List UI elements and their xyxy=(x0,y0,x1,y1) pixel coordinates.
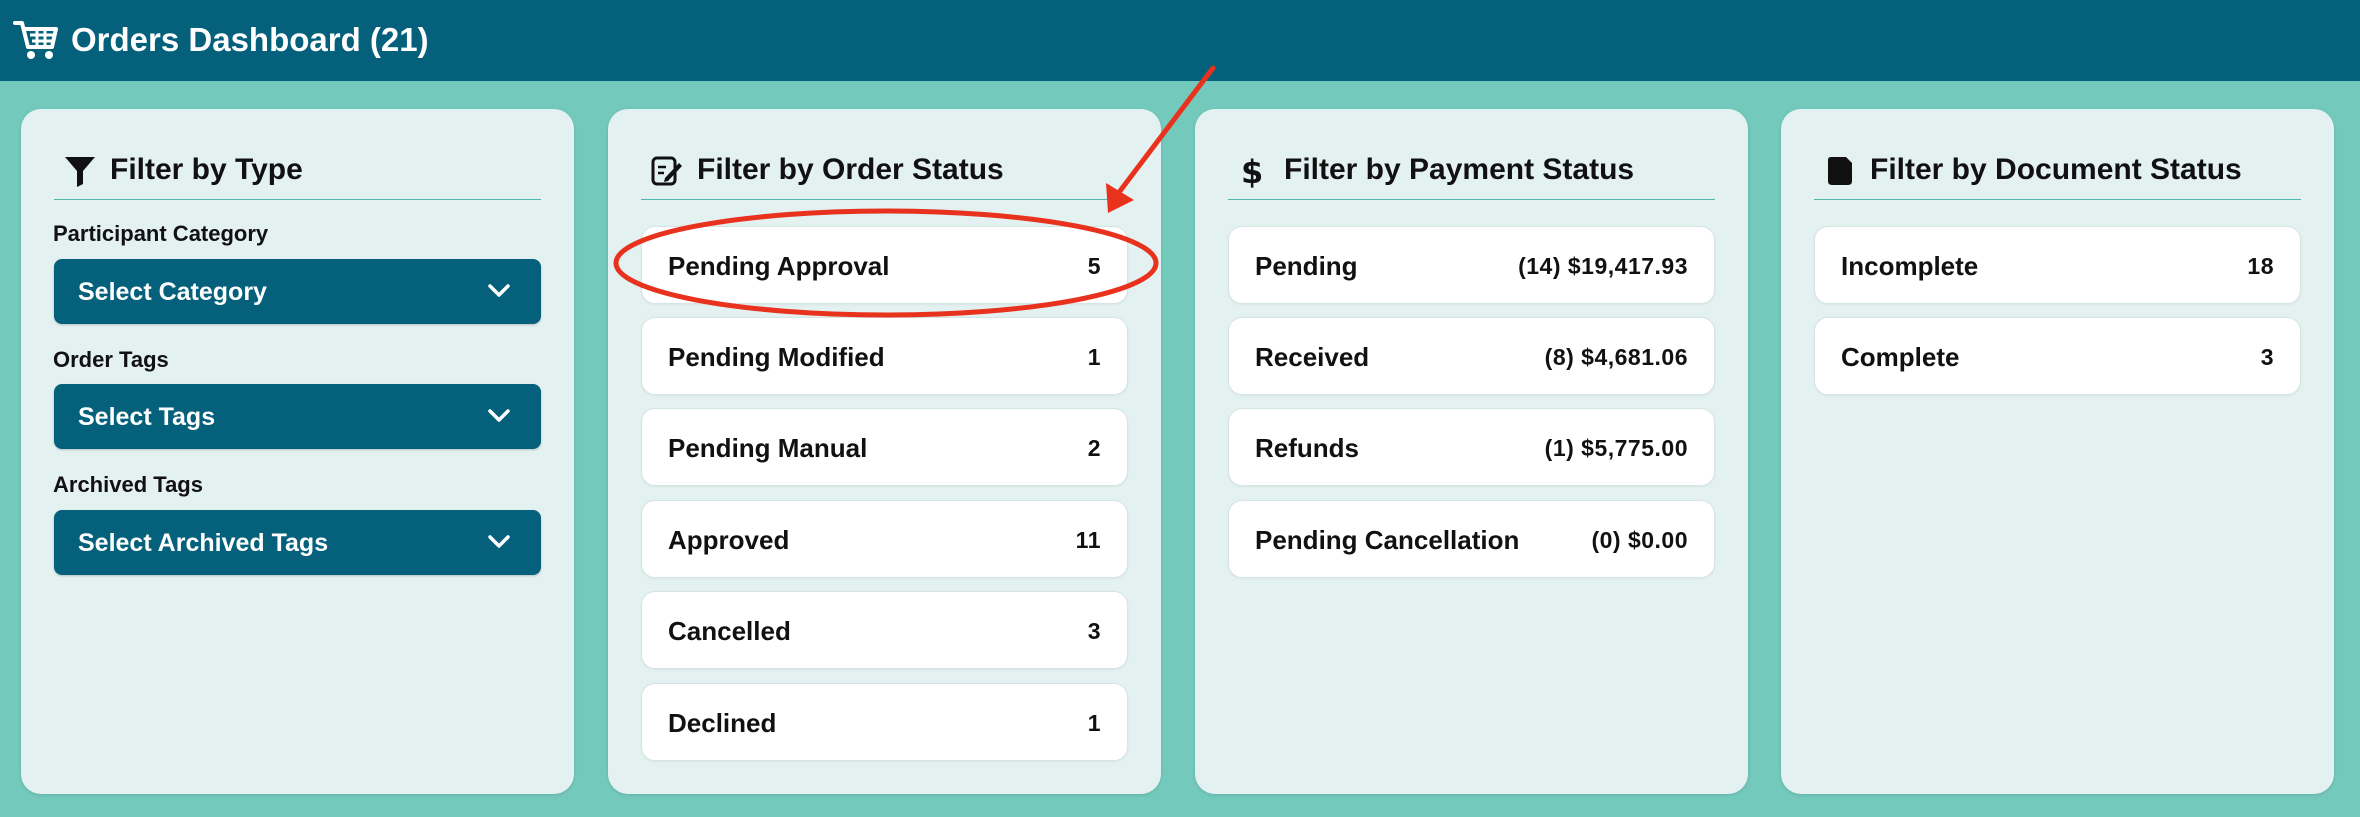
order-status-approved[interactable]: Approved 11 xyxy=(641,500,1128,578)
panel-title: Filter by Document Status xyxy=(1870,153,2242,186)
item-label: Received xyxy=(1255,342,1370,372)
participant-category-select[interactable]: Select Category xyxy=(54,259,541,324)
payment-status-pending-cancellation[interactable]: Pending Cancellation (0) $0.00 xyxy=(1228,500,1715,578)
item-amount: (0) $0.00 xyxy=(1591,527,1688,553)
order-status-pending-modified[interactable]: Pending Modified 1 xyxy=(641,317,1128,395)
participant-category-label: Participant Category xyxy=(53,221,269,246)
item-label: Pending Manual xyxy=(668,433,868,463)
filter-by-payment-status-panel: $ Filter by Payment Status Pending (14) … xyxy=(1195,109,1748,794)
svg-text:$: $ xyxy=(1241,154,1263,188)
item-count: 2 xyxy=(1087,435,1101,461)
item-label: Incomplete xyxy=(1841,251,1979,281)
funnel-icon xyxy=(65,157,95,187)
item-label: Pending xyxy=(1255,251,1358,281)
item-label: Complete xyxy=(1841,342,1960,372)
payment-status-received[interactable]: Received (8) $4,681.06 xyxy=(1228,317,1715,395)
page-title: Orders Dashboard (21) xyxy=(71,21,429,58)
item-amount: (14) $19,417.93 xyxy=(1518,253,1688,279)
item-amount: (8) $4,681.06 xyxy=(1544,344,1688,370)
order-status-declined[interactable]: Declined 1 xyxy=(641,683,1128,761)
filter-by-document-status-panel: Filter by Document Status Incomplete 18 … xyxy=(1781,109,2334,794)
item-label: Pending Modified xyxy=(668,342,885,372)
item-count: 1 xyxy=(1087,710,1101,736)
order-status-pending-manual[interactable]: Pending Manual 2 xyxy=(641,408,1128,486)
select-value: Select Archived Tags xyxy=(78,529,329,557)
document-status-incomplete[interactable]: Incomplete 18 xyxy=(1814,226,2301,304)
filter-by-type-panel: Filter by Type xyxy=(21,109,574,794)
payment-status-pending[interactable]: Pending (14) $19,417.93 xyxy=(1228,226,1715,304)
order-tags-select[interactable]: Select Tags xyxy=(54,384,541,449)
item-count: 3 xyxy=(1087,618,1101,644)
chevron-down-icon xyxy=(488,409,510,422)
archived-tags-label: Archived Tags xyxy=(53,472,203,497)
item-label: Cancelled xyxy=(668,616,791,646)
item-count: 5 xyxy=(1087,253,1101,279)
item-label: Pending Cancellation xyxy=(1255,525,1520,555)
order-status-cancelled[interactable]: Cancelled 3 xyxy=(641,591,1128,669)
panel-title: Filter by Payment Status xyxy=(1284,153,1635,186)
dollar-icon: $ xyxy=(1241,154,1263,188)
select-value: Select Tags xyxy=(78,403,216,431)
shopping-cart-icon xyxy=(13,21,58,59)
item-count: 18 xyxy=(2247,253,2274,279)
app-header: Orders Dashboard (21) xyxy=(0,0,2360,81)
archived-tags-select[interactable]: Select Archived Tags xyxy=(54,510,541,575)
payment-status-refunds[interactable]: Refunds (1) $5,775.00 xyxy=(1228,408,1715,486)
panel-header: Filter by Type xyxy=(54,139,541,200)
item-count: 1 xyxy=(1087,344,1101,370)
item-label: Declined xyxy=(668,708,777,738)
file-icon xyxy=(1828,157,1852,185)
edit-note-icon xyxy=(651,156,682,186)
item-count: 3 xyxy=(2260,344,2274,370)
order-status-pending-approval[interactable]: Pending Approval 5 xyxy=(641,226,1128,304)
panel-header: $ Filter by Payment Status xyxy=(1228,139,1715,200)
chevron-down-icon xyxy=(488,535,510,548)
select-value: Select Category xyxy=(78,278,267,306)
order-tags-label: Order Tags xyxy=(53,347,169,372)
item-label: Refunds xyxy=(1255,433,1359,463)
document-status-complete[interactable]: Complete 3 xyxy=(1814,317,2301,395)
filter-by-order-status-panel: Filter by Order Status Pending Approval … xyxy=(608,109,1161,794)
panel-title: Filter by Order Status xyxy=(697,153,1004,186)
panel-header: Filter by Order Status xyxy=(641,139,1128,200)
panel-title: Filter by Type xyxy=(110,153,303,186)
item-label: Approved xyxy=(668,525,790,555)
item-label: Pending Approval xyxy=(668,251,890,281)
item-amount: (1) $5,775.00 xyxy=(1544,435,1688,461)
chevron-down-icon xyxy=(488,284,510,297)
panel-header: Filter by Document Status xyxy=(1814,139,2301,200)
item-count: 11 xyxy=(1075,527,1101,553)
